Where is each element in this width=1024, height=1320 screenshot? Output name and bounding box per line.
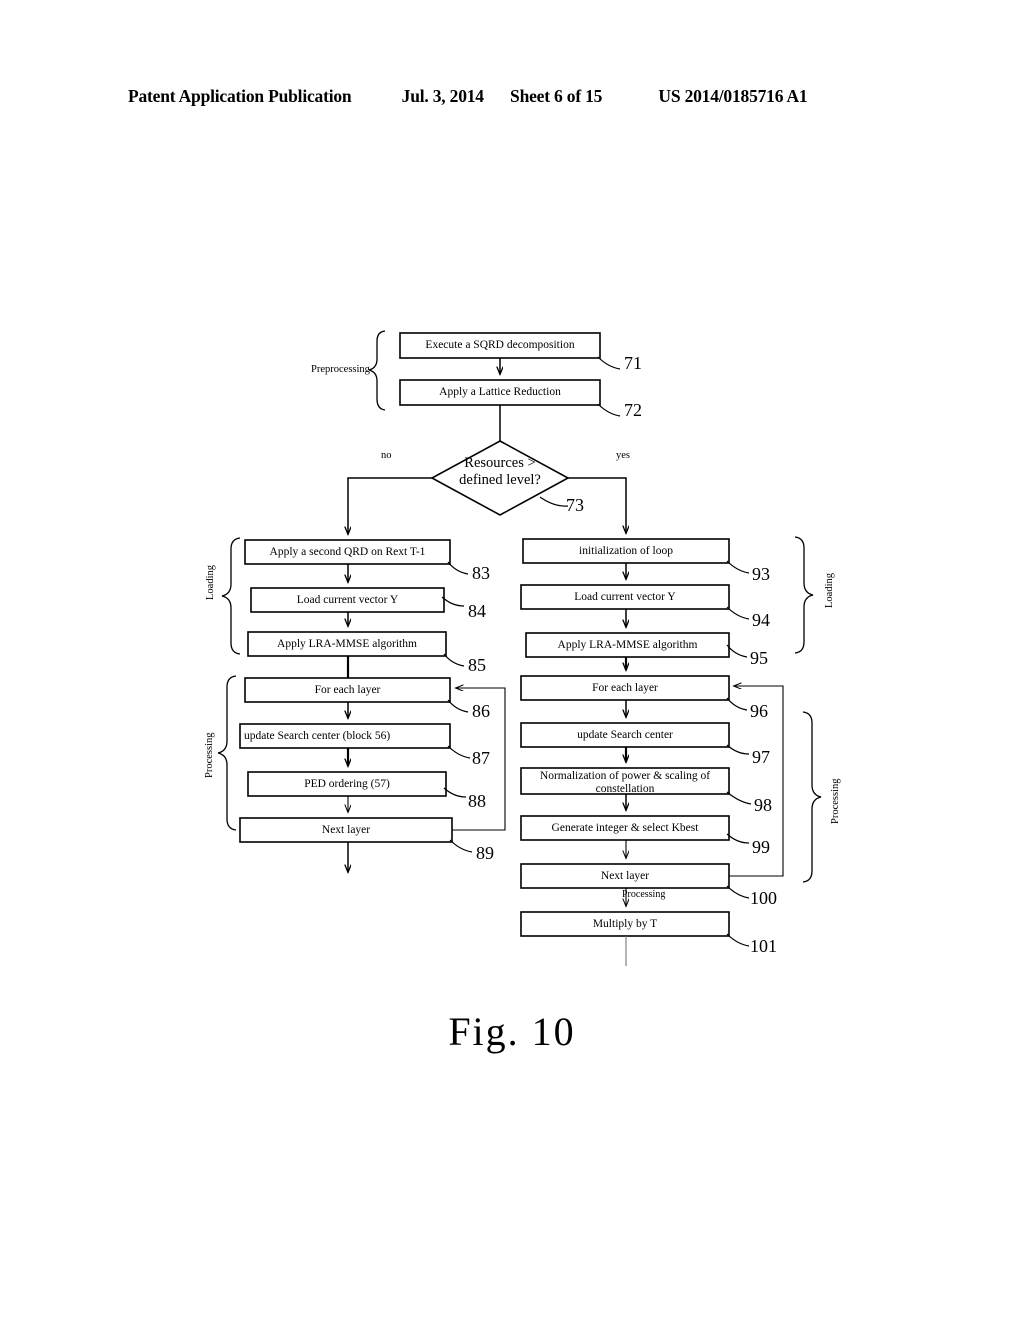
- box-100-rect: [520, 863, 730, 889]
- leader-98: [726, 791, 752, 805]
- box-94-rect: [520, 584, 730, 610]
- refnum-93: 93: [752, 564, 770, 584]
- leader-96: [726, 697, 748, 711]
- group-label-right-loading: Loading: [824, 573, 835, 608]
- group-label-right-processing: Processing: [830, 778, 841, 825]
- leader-87: [447, 745, 471, 759]
- refnum-89: 89: [476, 843, 494, 863]
- connector-no-branch: [348, 477, 432, 534]
- box-97-rect: [520, 722, 730, 748]
- refnum-83: 83: [472, 563, 490, 583]
- refnum-97: 97: [752, 747, 770, 767]
- box-88-rect: [247, 771, 447, 797]
- leader-71: [597, 356, 621, 370]
- refnum-88: 88: [468, 791, 486, 811]
- refnum-71: 71: [624, 353, 642, 373]
- refnum-86: 86: [472, 701, 490, 721]
- refnum-87: 87: [472, 748, 490, 768]
- leader-73: [539, 496, 569, 507]
- figure-10-flowchart: Execute a SQRD decomposition Apply a Lat…: [0, 0, 1024, 1320]
- leader-93: [726, 560, 750, 574]
- inline-note-processing: Processing: [622, 889, 666, 900]
- leader-83: [447, 561, 469, 575]
- box-89-rect: [239, 817, 453, 843]
- refnum-96: 96: [750, 701, 768, 721]
- branch-label-yes: yes: [616, 450, 630, 461]
- box-85-rect: [247, 631, 447, 657]
- leader-89: [449, 839, 473, 853]
- leader-86: [447, 699, 469, 713]
- group-label-left-loading: Loading: [205, 565, 216, 600]
- leader-97: [726, 744, 750, 755]
- box-72-rect: [399, 379, 601, 406]
- refnum-84: 84: [468, 601, 486, 621]
- brace-right-processing: [802, 711, 822, 883]
- branch-label-no: no: [381, 450, 392, 461]
- refnum-95: 95: [750, 648, 768, 668]
- flowchart-svg: [217, 330, 822, 966]
- box-87-rect: [239, 723, 451, 749]
- leader-88: [443, 787, 467, 798]
- brace-right-loading: [794, 536, 814, 654]
- leader-85: [443, 653, 465, 667]
- box-93-rect: [522, 538, 730, 564]
- refnum-99: 99: [752, 837, 770, 857]
- group-label-preprocessing: Preprocessing: [311, 364, 370, 375]
- leader-84: [441, 596, 465, 607]
- leader-95: [726, 644, 748, 658]
- refnum-72: 72: [624, 400, 642, 420]
- leader-72: [597, 403, 621, 417]
- figure-caption: Fig. 10: [448, 1009, 576, 1054]
- refnum-73: 73: [566, 495, 584, 515]
- refnum-98: 98: [754, 795, 772, 815]
- box-71-rect: [399, 332, 601, 359]
- box-95-rect: [525, 632, 730, 658]
- brace-left-loading: [221, 537, 241, 655]
- brace-preprocessing: [368, 330, 386, 411]
- leader-94: [726, 606, 750, 620]
- box-99-rect: [520, 815, 730, 841]
- box-84-rect: [250, 587, 445, 613]
- box-86-rect: [244, 677, 451, 703]
- box-83-rect: [244, 539, 451, 565]
- refnum-101: 101: [750, 936, 777, 956]
- brace-left-processing: [217, 675, 237, 831]
- refnum-85: 85: [468, 655, 486, 675]
- refnum-94: 94: [752, 610, 770, 630]
- leader-101: [726, 933, 750, 947]
- box-98-rect: [520, 767, 730, 795]
- box-96-rect: [520, 675, 730, 701]
- leader-99: [726, 833, 750, 844]
- leader-100: [726, 885, 750, 899]
- group-label-left-processing: Processing: [204, 732, 215, 779]
- refnum-100: 100: [750, 888, 777, 908]
- decision-diamond-label: Resources > defined level?: [459, 455, 541, 488]
- box-101-rect: [520, 911, 730, 937]
